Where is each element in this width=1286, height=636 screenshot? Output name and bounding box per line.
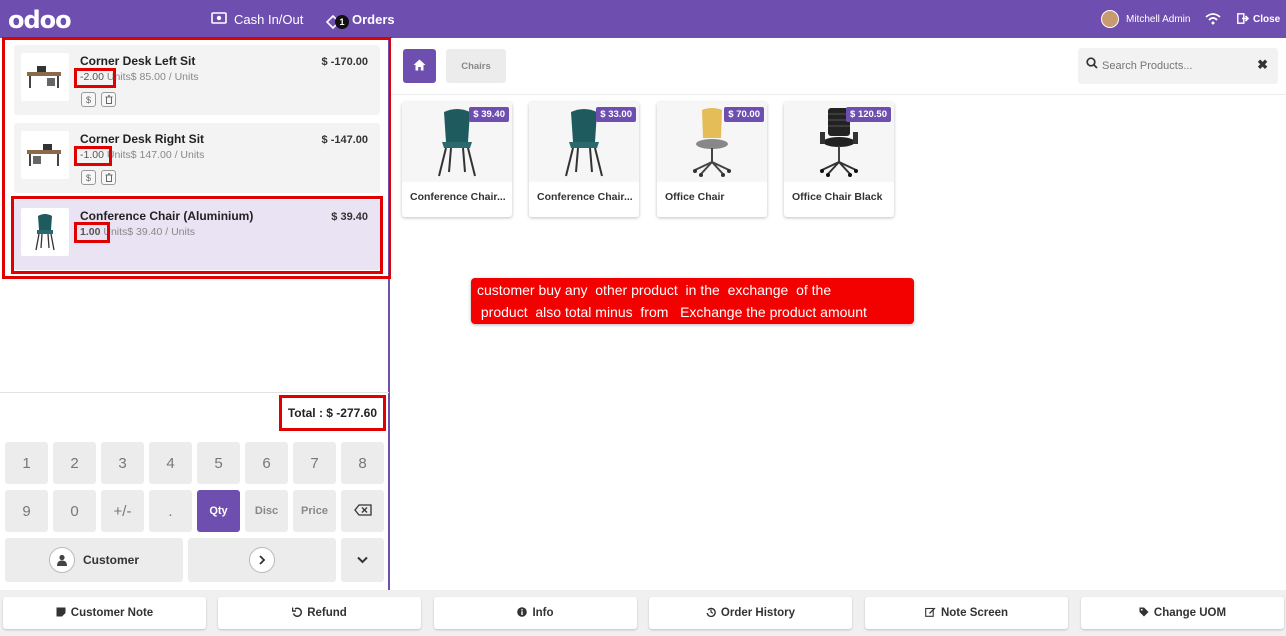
sign-out-icon — [1237, 12, 1250, 27]
selected-line-highlight — [11, 196, 383, 274]
backspace-icon — [353, 503, 372, 520]
numpad-key[interactable]: 5 — [197, 442, 240, 484]
wifi-icon — [1205, 0, 1221, 38]
note-screen-button[interactable]: Note Screen — [865, 597, 1068, 629]
product-panel: Chairs ✖ $ 39.40 Conference Chair... $ 3… — [391, 38, 1286, 590]
numpad-key[interactable]: 1 — [5, 442, 48, 484]
product-search: ✖ — [1078, 48, 1278, 84]
more-actions-button[interactable] — [341, 538, 384, 582]
numpad-key[interactable]: 6 — [245, 442, 288, 484]
note-screen-label: Note Screen — [940, 607, 1009, 619]
avatar — [1101, 10, 1119, 28]
user-menu[interactable]: Mitchell Admin — [1101, 0, 1190, 38]
info-label: Info — [532, 607, 554, 619]
user-name: Mitchell Admin — [1126, 13, 1191, 25]
user-icon — [48, 547, 75, 573]
ticket-icon: 1 — [325, 9, 349, 30]
change-uom-button[interactable]: Change UOM — [1081, 597, 1284, 629]
order-history-button[interactable]: Order History — [649, 597, 852, 629]
qty-mode-button[interactable]: Qty — [197, 490, 240, 532]
orders-count-badge: 1 — [335, 15, 349, 29]
cash-in-out-label: Cash In/Out — [234, 11, 304, 27]
numpad-plus-minus[interactable]: +/- — [101, 490, 144, 532]
numpad-key[interactable]: 4 — [149, 442, 192, 484]
customer-note-label: Customer Note — [70, 607, 154, 619]
close-button[interactable]: Close — [1237, 0, 1280, 38]
top-bar: odoo Cash In/Out 1 Orders Mitchell Admin… — [0, 0, 1286, 38]
search-input[interactable] — [1102, 56, 1252, 76]
header-divider — [391, 94, 1286, 95]
backspace-key[interactable] — [341, 490, 384, 532]
annotation-callout: customer buy any other product in the ex… — [471, 278, 914, 324]
disc-mode-button[interactable]: Disc — [245, 490, 288, 532]
info-button[interactable]: Info — [434, 597, 637, 629]
chevron-right-icon — [249, 547, 275, 573]
chevron-down-icon — [357, 553, 368, 567]
orders-label: Orders — [352, 11, 395, 27]
product-card[interactable]: $ 33.00 Conference Chair... — [529, 102, 639, 217]
customer-note-button[interactable]: Customer Note — [3, 597, 206, 629]
qty-highlight — [74, 68, 116, 88]
numpad-key[interactable]: 9 — [5, 490, 48, 532]
price-mode-button[interactable]: Price — [293, 490, 336, 532]
info-icon — [517, 606, 528, 620]
numpad-key[interactable]: 8 — [341, 442, 384, 484]
order-panel: Corner Desk Left Sit $ -170.00 -2.00 Uni… — [0, 37, 392, 590]
numpad-key[interactable]: 7 — [293, 442, 336, 484]
search-icon — [1086, 57, 1098, 72]
sticky-note-icon — [56, 607, 66, 620]
numpad-decimal[interactable]: . — [149, 490, 192, 532]
product-price-tag: $ 39.40 — [469, 107, 509, 122]
qty-highlight — [74, 146, 112, 166]
edit-icon — [925, 607, 936, 620]
action-bar: Customer Note Refund Info Order History … — [0, 590, 1286, 636]
numpad-key[interactable]: 3 — [101, 442, 144, 484]
undo-icon — [291, 607, 303, 620]
qty-highlight — [74, 222, 110, 243]
customer-button[interactable]: Customer — [5, 538, 183, 582]
refund-button[interactable]: Refund — [218, 597, 421, 629]
product-card[interactable]: $ 120.50 Office Chair Black — [784, 102, 894, 217]
clear-search-icon[interactable]: ✖ — [1257, 57, 1268, 73]
order-history-label: Order History — [720, 607, 796, 619]
orders-button[interactable]: 1 Orders — [325, 0, 395, 38]
product-price-tag: $ 120.50 — [846, 107, 891, 122]
odoo-logo: odoo — [8, 6, 72, 34]
numpad-key[interactable]: 0 — [53, 490, 96, 532]
history-icon — [706, 607, 716, 620]
total-highlight — [279, 395, 386, 431]
customer-label: Customer — [82, 553, 139, 567]
product-name: Office Chair — [665, 191, 725, 203]
tag-icon — [1139, 607, 1149, 620]
cash-in-out-button[interactable]: Cash In/Out — [211, 0, 303, 38]
close-label: Close — [1253, 13, 1281, 25]
product-price-tag: $ 70.00 — [724, 107, 764, 122]
home-category-button[interactable] — [403, 49, 436, 83]
category-chairs-button[interactable]: Chairs — [446, 49, 506, 83]
change-uom-label: Change UOM — [1153, 607, 1227, 619]
home-icon — [413, 58, 426, 74]
refund-label: Refund — [307, 607, 347, 619]
product-name: Conference Chair... — [410, 191, 506, 203]
payment-button[interactable] — [188, 538, 336, 582]
product-card[interactable]: $ 70.00 Office Chair — [657, 102, 767, 217]
cash-icon — [211, 11, 227, 27]
product-name: Office Chair Black — [792, 191, 883, 203]
product-card[interactable]: $ 39.40 Conference Chair... — [402, 102, 512, 217]
product-name: Conference Chair... — [537, 191, 633, 203]
product-price-tag: $ 33.00 — [596, 107, 636, 122]
total-section: Total : $ -277.60 — [0, 392, 389, 434]
numpad-key[interactable]: 2 — [53, 442, 96, 484]
